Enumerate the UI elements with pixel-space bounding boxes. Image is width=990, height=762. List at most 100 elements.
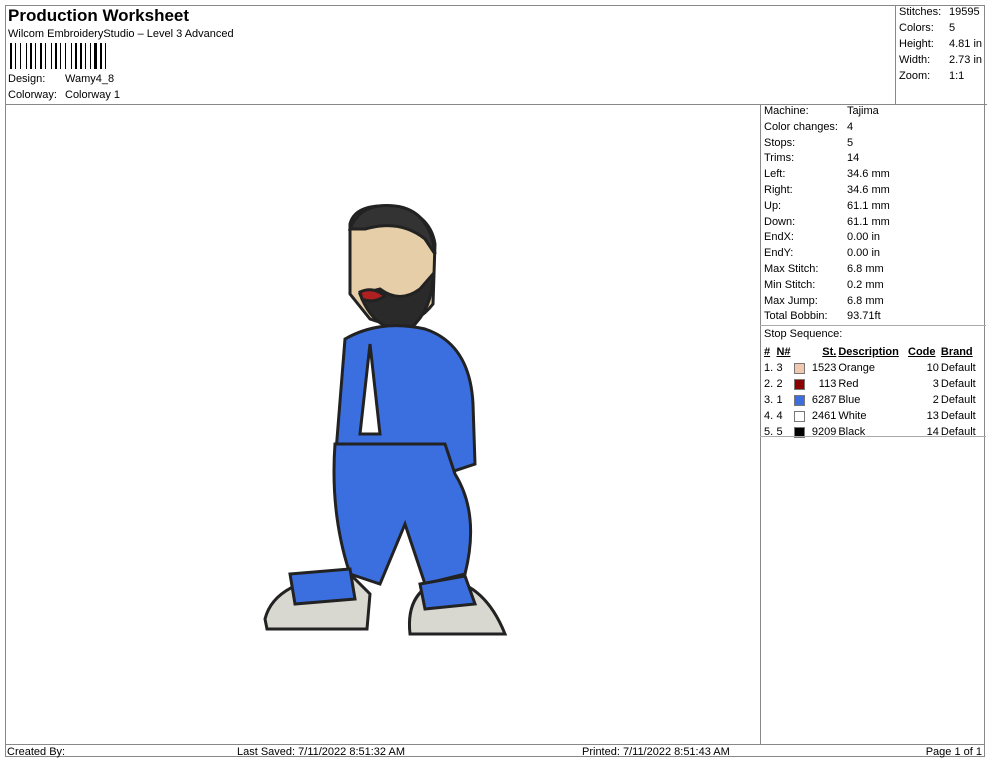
stat-value: 2.73 in <box>949 54 983 66</box>
detail-value: 61.1 mm <box>847 215 890 228</box>
detail-row: Up: 61.1 mm <box>764 199 890 216</box>
detail-label: Trims: <box>764 152 795 165</box>
barcode-bar <box>45 43 46 69</box>
barcode-bar <box>85 43 86 69</box>
detail-label: Left: <box>764 168 786 181</box>
barcode-bar <box>55 43 57 69</box>
barcode-bar <box>65 43 66 69</box>
detail-label: Max Jump: <box>764 294 818 307</box>
detail-value: 14 <box>847 152 860 165</box>
detail-label: EndX: <box>764 231 794 244</box>
stat-value: 5 <box>949 22 956 34</box>
stat-row: Stitches: 19595 <box>899 6 980 22</box>
stitch-count: 2461 <box>811 410 837 422</box>
needle-number: 3 <box>776 362 783 374</box>
col-code: Code <box>908 346 936 358</box>
stat-value: 4.81 in <box>949 38 983 50</box>
col-num: # <box>764 346 771 358</box>
stat-label: Zoom: <box>899 70 931 82</box>
detail-row: Down: 61.1 mm <box>764 216 890 232</box>
colorway-label: Colorway: <box>8 89 57 101</box>
brand: Default <box>940 362 976 374</box>
detail-label: Min Stitch: <box>764 278 816 291</box>
stat-row: Colors: 5 <box>899 22 955 38</box>
detail-value: Tajima <box>847 105 879 117</box>
detail-label: EndY: <box>764 247 794 260</box>
col-description: Description <box>838 346 899 358</box>
stat-value: 19595 <box>949 6 980 18</box>
barcode-bar <box>105 43 106 69</box>
last-saved: Last Saved: 7/11/2022 8:51:32 AM <box>237 746 405 758</box>
barcode-bar <box>90 43 91 69</box>
col-stitches: St. <box>822 346 837 358</box>
detail-value: 34.6 mm <box>847 184 890 196</box>
detail-value: 0.2 mm <box>847 278 884 291</box>
needle-number: 2 <box>776 378 783 390</box>
detail-row: Min Stitch: 0.2 mm <box>764 278 884 295</box>
barcode-bar <box>60 43 61 69</box>
divider <box>760 325 986 326</box>
color-swatch <box>794 394 806 406</box>
detail-value: 6.8 mm <box>847 263 884 275</box>
color-description: Orange <box>838 362 876 374</box>
stat-label: Height: <box>899 38 934 50</box>
barcode-bar <box>10 43 12 69</box>
page-title: Production Worksheet <box>8 6 190 25</box>
barcode-bar <box>30 43 32 69</box>
color-code: 2 <box>932 394 939 406</box>
color-code: 14 <box>926 426 939 438</box>
detail-row: Stops: 5 <box>764 136 853 153</box>
detail-value: 0.00 in <box>847 247 881 260</box>
divider <box>760 436 986 437</box>
detail-row: Max Stitch: 6.8 mm <box>764 263 884 279</box>
brand: Default <box>940 394 976 406</box>
design-value: Wamy4_8 <box>65 73 115 85</box>
color-code: 13 <box>926 410 939 422</box>
table-row: 4. 4 2461 White 13 Default <box>764 408 982 424</box>
details-panel: Stop Sequence: # N# St. Description Code… <box>760 104 986 744</box>
stitch-count: 9209 <box>811 426 837 438</box>
needle-number: 1 <box>776 394 783 406</box>
table-row: 1. 3 1523 Orange 10 Default <box>764 360 982 376</box>
software-name: Wilcom EmbroideryStudio – Level 3 Advanc… <box>8 28 234 40</box>
stat-label: Stitches: <box>899 6 942 18</box>
row-index: 5. <box>764 426 774 438</box>
design-label: Design: <box>8 73 46 85</box>
brand: Default <box>940 378 976 390</box>
stat-label: Colors: <box>899 22 934 34</box>
detail-label: Up: <box>764 199 782 212</box>
needle-number: 4 <box>776 410 783 422</box>
barcode <box>10 43 125 69</box>
stitch-count: 113 <box>818 378 837 390</box>
printed-date: Printed: 7/11/2022 8:51:43 AM <box>582 746 730 758</box>
detail-label: Stops: <box>764 136 796 149</box>
row-index: 3. <box>764 394 774 406</box>
detail-value: 0.00 in <box>847 231 881 244</box>
detail-row: Color changes: 4 <box>764 121 853 137</box>
color-description: White <box>838 410 867 422</box>
stitch-count: 6287 <box>811 394 837 406</box>
detail-value: 34.6 mm <box>847 168 890 181</box>
detail-row: EndX: 0.00 in <box>764 231 880 247</box>
color-description: Blue <box>838 394 861 406</box>
brand: Default <box>940 410 976 422</box>
brand: Default <box>940 426 976 438</box>
barcode-bar <box>80 43 82 69</box>
stat-label: Width: <box>899 54 931 66</box>
design-preview <box>5 104 761 744</box>
row-index: 4. <box>764 410 774 422</box>
table-row: 3. 1 6287 Blue 2 Default <box>764 392 982 408</box>
stat-row: Zoom: 1:1 <box>899 70 964 86</box>
barcode-bar <box>15 43 16 69</box>
detail-row: Total Bobbin: 93.71ft <box>764 310 881 326</box>
detail-row: Max Jump: 6.8 mm <box>764 294 884 311</box>
detail-value: 93.71ft <box>847 310 881 323</box>
detail-row: EndY: 0.00 in <box>764 247 880 263</box>
embroidery-figure <box>263 203 508 636</box>
created-by: Created By: <box>7 746 66 758</box>
detail-label: Max Stitch: <box>764 263 819 275</box>
row-index: 1. <box>764 362 774 374</box>
detail-value: 4 <box>847 120 854 133</box>
detail-value: 5 <box>847 136 854 149</box>
detail-row: Machine: Tajima <box>764 105 879 121</box>
